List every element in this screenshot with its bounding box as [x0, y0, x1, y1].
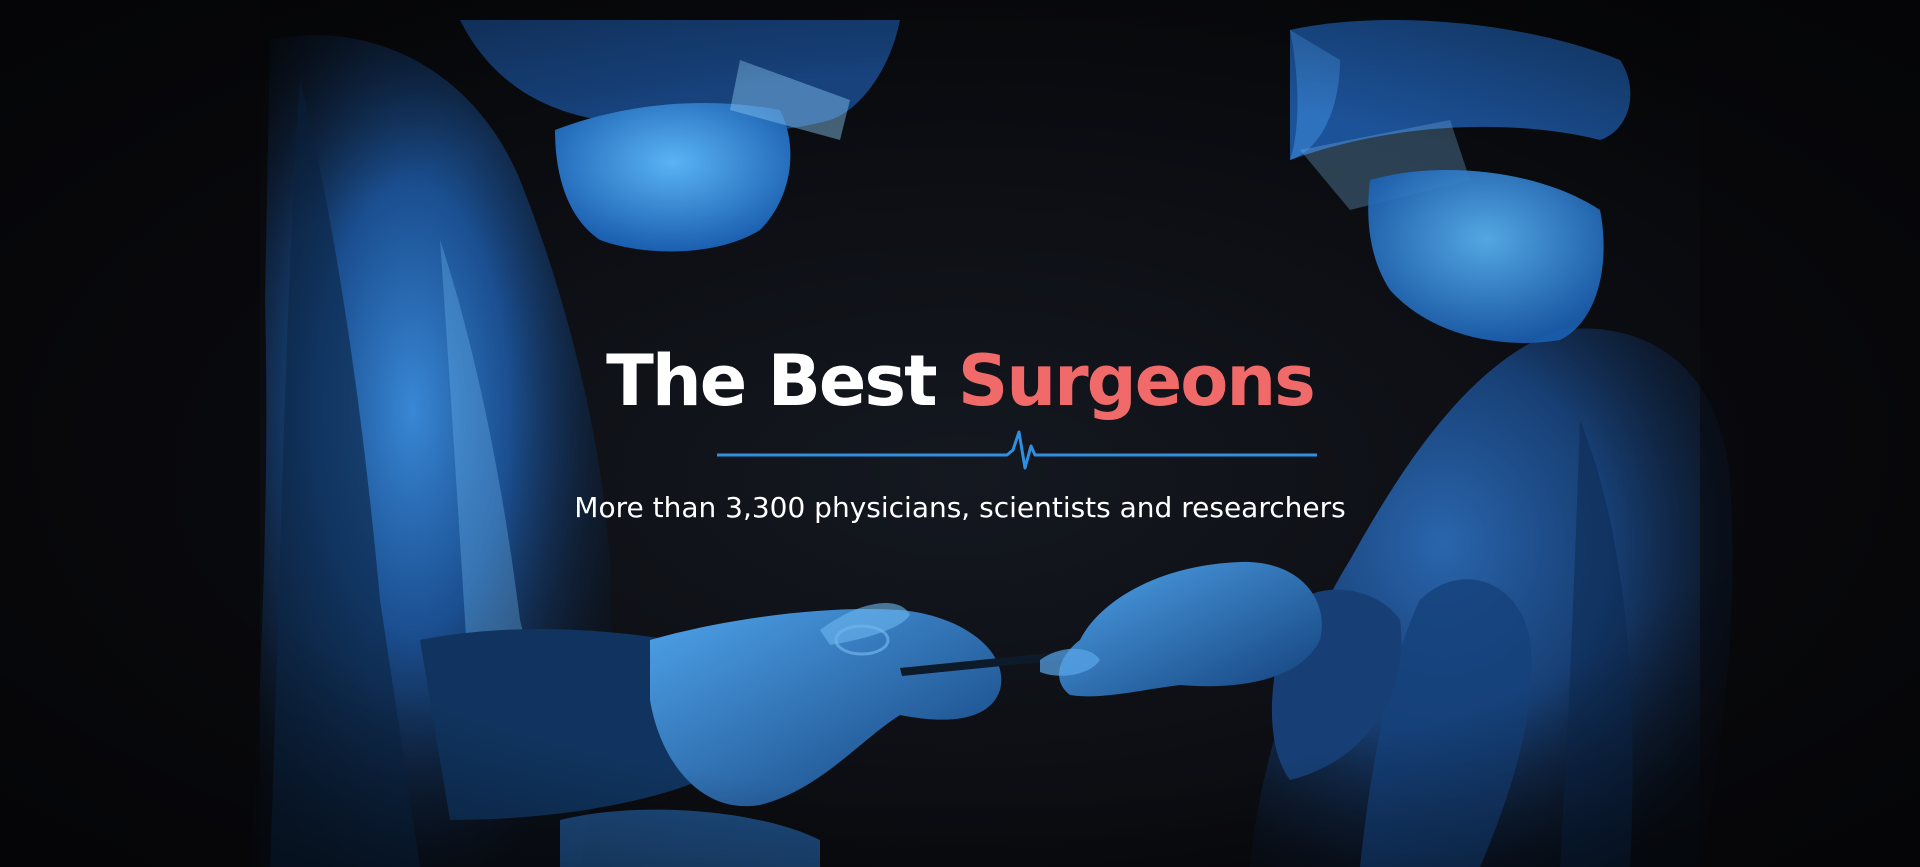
heartbeat-line-icon [717, 430, 1317, 470]
title-accent: Surgeons [957, 340, 1316, 422]
page-title: The Best Surgeons [0, 336, 1920, 426]
title-main: The Best [606, 340, 937, 422]
hero-subtitle: More than 3,300 physicians, scientists a… [574, 491, 1346, 524]
hero-banner: The Best Surgeons More than 3,300 physic… [0, 0, 1920, 867]
